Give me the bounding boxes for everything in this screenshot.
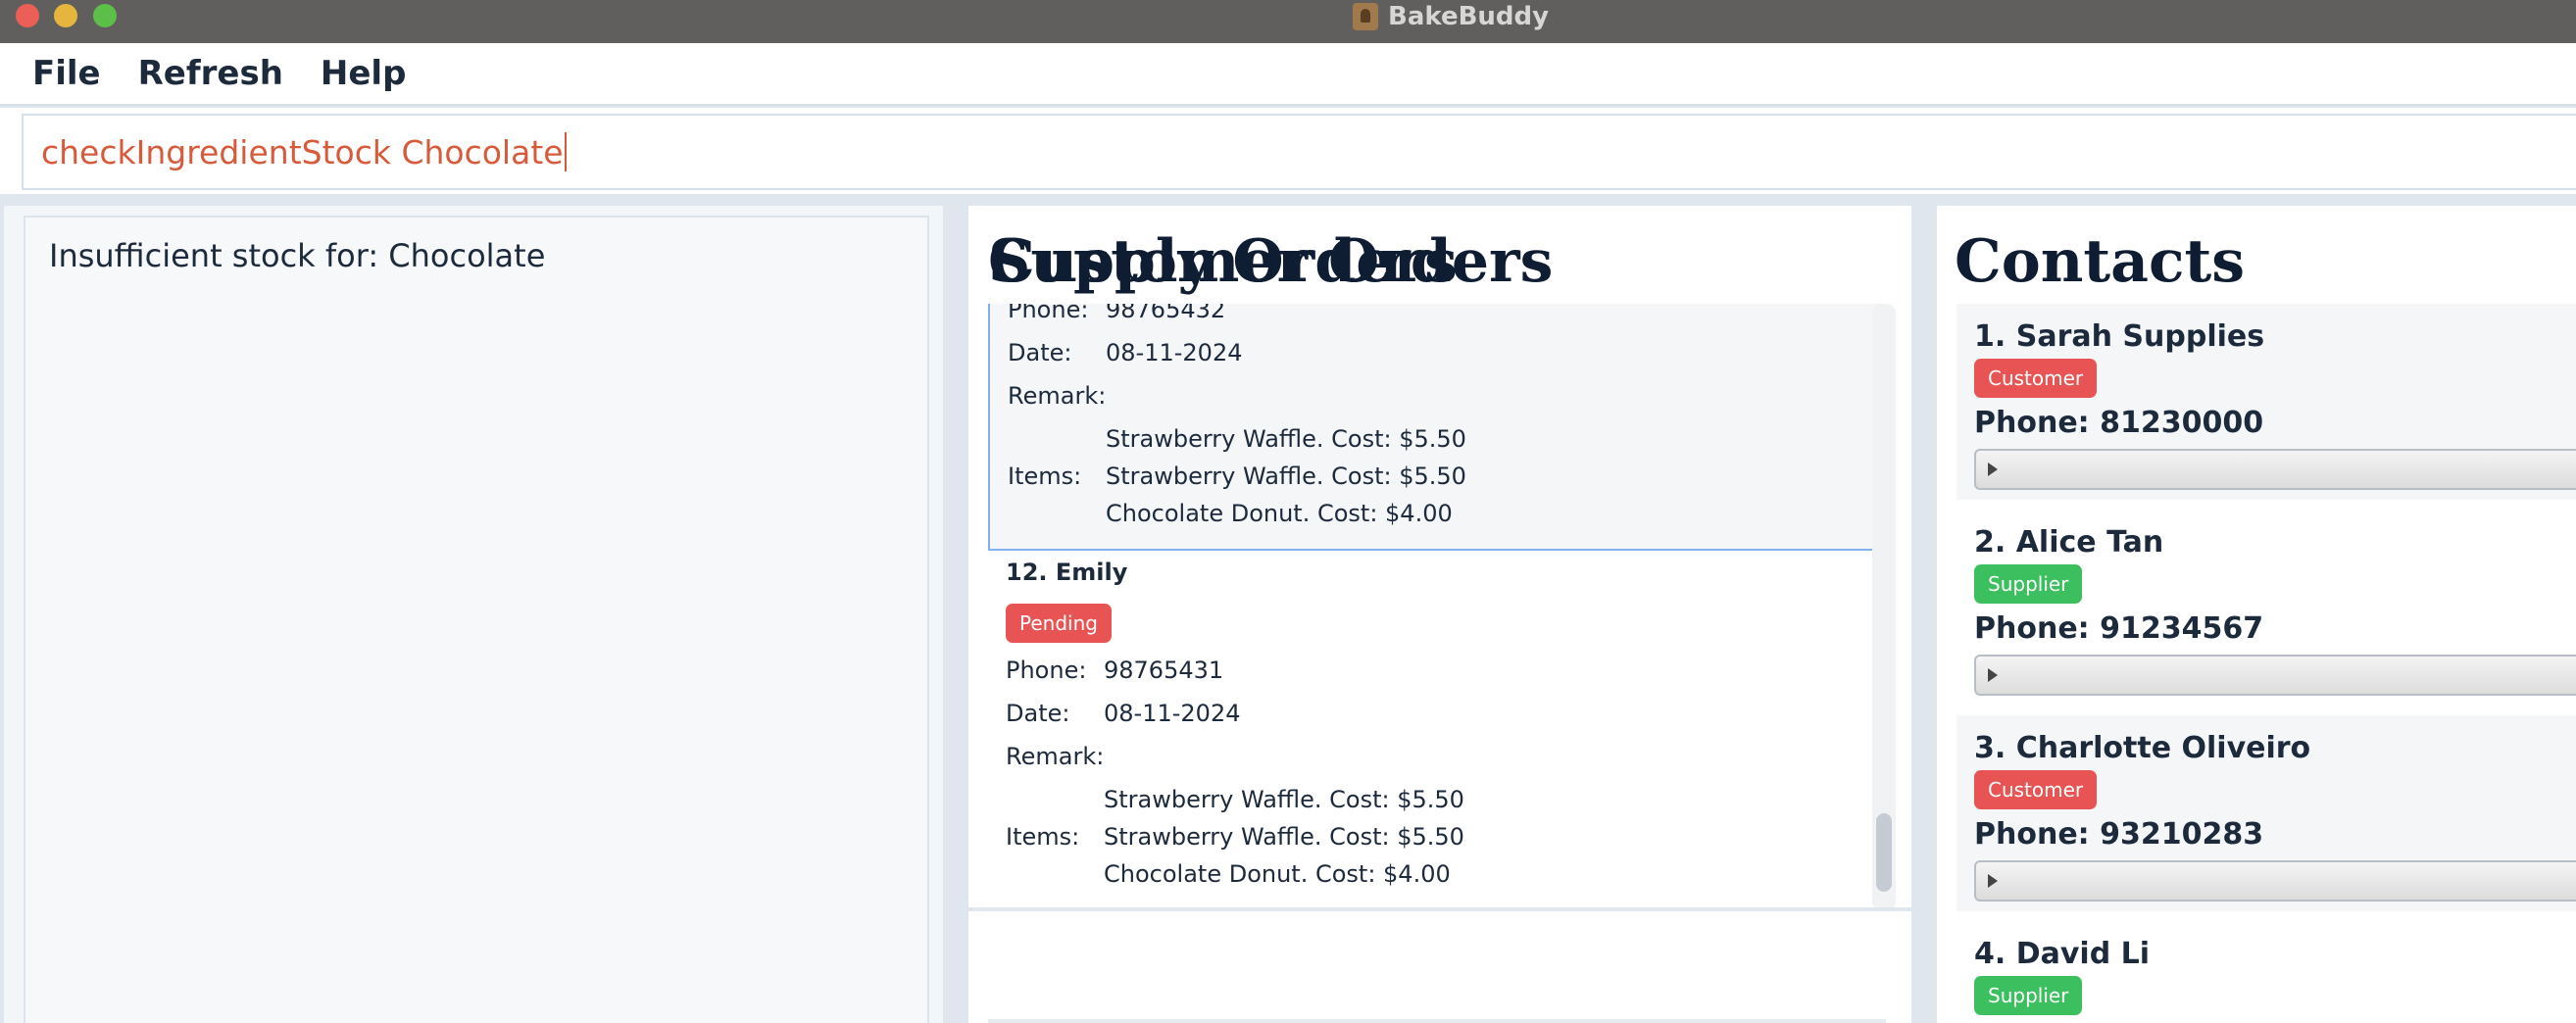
order-item: Strawberry Waffle. Cost: $5.50 (1104, 786, 1464, 813)
menu-file[interactable]: File (32, 54, 101, 93)
order-phone: 98765432 (1106, 304, 1226, 323)
zoom-window-button[interactable] (93, 4, 117, 27)
order-item: Strawberry Waffle. Cost: $5.50 (1106, 463, 1466, 490)
order-status-badge: Pending (1006, 604, 1112, 643)
contact-name: 2. Alice Tan (1974, 525, 2164, 560)
order-items-label: Items: (1008, 463, 1082, 490)
order-remark-label: Remark: (1006, 743, 1105, 770)
supply-orders-list[interactable] (988, 1019, 1886, 1023)
result-display: Insufficient stock for: Chocolate (24, 216, 929, 1023)
contact-card[interactable]: 3. Charlotte Oliveiro Customer Phone: 93… (1957, 715, 2576, 911)
contact-phone: Phone: 91234567 (1974, 611, 2264, 646)
order-name: 12. Emily (1006, 559, 1128, 586)
contact-details-expander[interactable] (1974, 860, 2576, 901)
order-remark-label: Remark: (1008, 382, 1107, 410)
order-items-label: Items: (1006, 823, 1080, 851)
result-message: Insufficient stock for: Chocolate (49, 237, 546, 274)
contact-card[interactable]: 1. Sarah Supplies Customer Phone: 812300… (1957, 304, 2576, 500)
menu-bar: File Refresh Help (0, 43, 2576, 106)
order-item: Strawberry Waffle. Cost: $5.50 (1106, 425, 1466, 453)
order-phone-label: Phone: (1006, 657, 1087, 684)
title-bar: BakeBuddy (0, 0, 2576, 43)
contact-card[interactable]: 2. Alice Tan Supplier Phone: 91234567 (1957, 510, 2576, 706)
minimize-window-button[interactable] (54, 4, 77, 27)
contact-tag-wrap: Supplier (1974, 564, 2083, 604)
contact-tag: Supplier (1974, 976, 2083, 1015)
contact-tag: Customer (1974, 770, 2098, 809)
menu-help[interactable]: Help (321, 54, 407, 93)
contact-phone: Phone: 81230000 (1974, 406, 2264, 440)
contact-tag: Supplier (1974, 564, 2083, 604)
text-caret (564, 132, 567, 171)
supply-orders-heading: Supply Orders (988, 227, 1458, 296)
order-date: 08-11-2024 (1104, 700, 1241, 727)
menu-refresh[interactable]: Refresh (138, 54, 283, 93)
contact-tag-wrap: Supplier (1974, 976, 2083, 1015)
contact-tag: Customer (1974, 359, 2098, 398)
order-date: 08-11-2024 (1106, 339, 1243, 366)
contacts-heading: Contacts (1955, 227, 2246, 296)
order-status-badge-wrap: Pending (1006, 604, 1112, 643)
contact-tag-wrap: Customer (1974, 359, 2098, 398)
command-input-text: checkIngredientStock Chocolate (41, 132, 564, 171)
orders-divider (968, 907, 1911, 911)
order-item: Strawberry Waffle. Cost: $5.50 (1104, 823, 1464, 851)
order-date-label: Date: (1008, 339, 1072, 366)
contacts-panel: Contacts 1. Sarah Supplies Customer Phon… (1937, 206, 2576, 1023)
contact-details-expander[interactable] (1974, 449, 2576, 490)
order-date-label: Date: (1006, 700, 1070, 727)
order-item: Chocolate Donut. Cost: $4.00 (1104, 860, 1451, 888)
expand-arrow-icon (1988, 874, 1998, 888)
expand-arrow-icon (1988, 463, 1998, 476)
order-card[interactable]: 12. Emily Pending Phone: 98765431 Date: … (988, 559, 1882, 911)
order-phone: 98765431 (1104, 657, 1224, 684)
window-title-group: BakeBuddy (1353, 0, 1549, 33)
contact-name: 1. Sarah Supplies (1974, 319, 2265, 354)
command-input[interactable]: checkIngredientStock Chocolate (22, 114, 2576, 190)
command-area: checkIngredientStock Chocolate (0, 108, 2576, 194)
orders-panel: Customer Orders Phone: 98765432 Date: 08… (968, 206, 1911, 1023)
customer-orders-list[interactable]: Phone: 98765432 Date: 08-11-2024 Remark:… (988, 304, 1886, 911)
contact-tag-wrap: Customer (1974, 770, 2098, 809)
order-phone-label: Phone: (1008, 304, 1089, 323)
order-card-selected[interactable]: Phone: 98765432 Date: 08-11-2024 Remark:… (988, 304, 1882, 551)
app-icon (1353, 3, 1378, 30)
contact-name: 4. David Li (1974, 937, 2151, 971)
orders-scrollbar[interactable] (1872, 304, 1896, 911)
contact-phone: Phone: 93210283 (1974, 817, 2264, 852)
contact-card[interactable]: 4. David Li Supplier (1957, 921, 2576, 1023)
close-window-button[interactable] (16, 4, 39, 27)
contact-name: 3. Charlotte Oliveiro (1974, 731, 2311, 765)
contact-details-expander[interactable] (1974, 655, 2576, 696)
expand-arrow-icon (1988, 668, 1998, 682)
orders-scrollbar-thumb[interactable] (1876, 813, 1892, 892)
result-panel: Insufficient stock for: Chocolate (4, 206, 943, 1023)
order-item: Chocolate Donut. Cost: $4.00 (1106, 500, 1453, 527)
window-title: BakeBuddy (1388, 2, 1550, 31)
